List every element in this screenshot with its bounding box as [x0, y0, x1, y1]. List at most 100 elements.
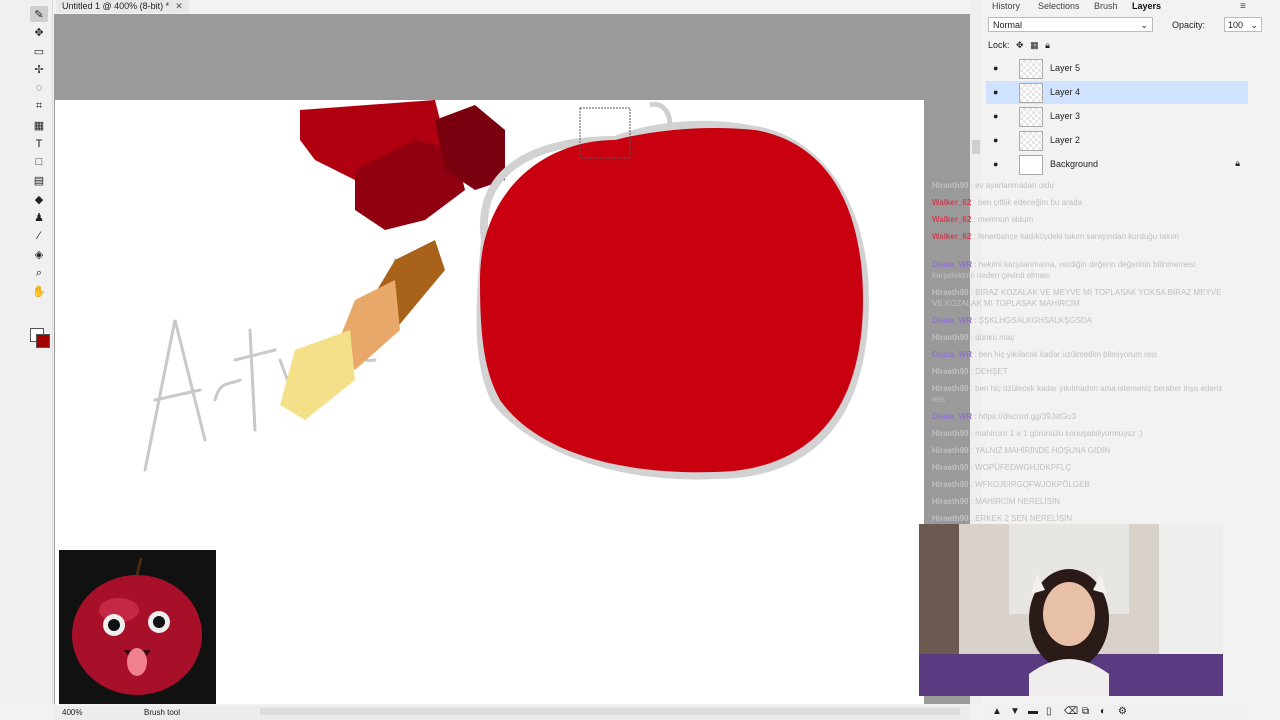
chat-message: Hiraeth90 : YALNIZ MAHİRİNDE HOŞUNA GİDİ…	[932, 445, 1224, 456]
artweave-sketch	[143, 258, 401, 472]
move-tool-icon[interactable]: ✥	[30, 25, 48, 41]
document-tab[interactable]: Untitled 1 @ 400% (8-bit) * ✕	[56, 0, 189, 13]
chat-username: Walker_62	[932, 215, 972, 224]
lock-pixels-icon[interactable]: ▦	[1030, 40, 1039, 50]
new-layer-icon[interactable]: ▯	[1046, 706, 1052, 717]
chat-message: Ousia_WR : hekimi karşılanmama, verdiğin…	[932, 259, 1224, 281]
foreground-color-swatch[interactable]	[36, 334, 50, 348]
layer-thumbnail	[1019, 107, 1043, 127]
chat-message: Walker_62 : fenerbahçe kadıköydeki takım…	[932, 231, 1224, 242]
scroll-thumb[interactable]	[972, 140, 980, 154]
layer-row[interactable]: ● Background 🔒︎	[986, 153, 1248, 176]
webcam-overlay	[919, 524, 1223, 696]
horizontal-scrollbar[interactable]	[260, 708, 960, 715]
chat-message: Hiraeth90 : ERKEK 2 SEN NERELİSİN	[932, 513, 1224, 524]
bucket-tool-icon[interactable]: ◈	[30, 247, 48, 263]
layer-name: Layer 3	[1050, 111, 1081, 121]
chat-message: Ousia_WR : https://discord.gg/39JstGu3	[932, 411, 1224, 422]
zoom-tool-icon[interactable]: ⌕	[30, 265, 48, 281]
layer-thumbnail	[1019, 131, 1043, 151]
panel-menu-icon[interactable]: ≡	[1240, 0, 1246, 13]
chevron-down-icon: ⌄	[1250, 20, 1258, 30]
shape-tool-icon[interactable]: □	[30, 154, 48, 170]
chat-username: Hiraeth90	[932, 446, 969, 455]
eyedropper-tool-icon[interactable]: ⁄	[30, 228, 48, 244]
chat-text: : BİRAZ KOZALAK VE MEYVE Mİ TOPLASAK YOK…	[932, 288, 1222, 308]
mask-icon[interactable]: ◐	[1100, 706, 1106, 717]
blend-mode-value: Normal	[993, 20, 1023, 30]
chat-text: : MAHİRCİM NERELİSİN	[968, 497, 1061, 506]
grid-tool-icon[interactable]: ▦	[30, 117, 48, 133]
close-icon[interactable]: ✕	[175, 1, 183, 11]
chat-username: Hiraeth90	[932, 333, 969, 342]
delete-layer-icon[interactable]: ⌫	[1064, 706, 1078, 717]
lock-icon: 🔒︎	[1235, 158, 1240, 168]
chat-message: Hiraeth90 : BİRAZ KOZALAK VE MEYVE Mİ TO…	[932, 287, 1224, 309]
move-layer-up-icon[interactable]: ▲	[992, 706, 1002, 717]
chat-message: Ousia_WR : ben hiç yıkılacak kadar üzülm…	[932, 349, 1224, 360]
stamp-tool-icon[interactable]: ♟	[30, 210, 48, 226]
eye-icon[interactable]: ●	[993, 63, 998, 73]
chat-text: : ERKEK 2 SEN NERELİSİN	[968, 514, 1073, 523]
zoom-level[interactable]: 400%	[62, 706, 82, 720]
chat-message: Hiraeth90 : ben hiç üzülecek kadar yıkıl…	[932, 383, 1224, 405]
gradient-tool-icon[interactable]: ▤	[30, 173, 48, 189]
layer-row[interactable]: ● Layer 5	[986, 57, 1248, 80]
tab-selections[interactable]: Selections	[1038, 0, 1080, 13]
brush-tool-icon[interactable]: ✎	[30, 6, 48, 22]
move-layer-down-icon[interactable]: ▼	[1010, 706, 1020, 717]
tab-brush[interactable]: Brush	[1094, 0, 1118, 13]
chat-username: Hiraeth90	[932, 384, 969, 393]
chat-username: Walker_62	[932, 232, 972, 241]
chat-text: : ben hiç üzülecek kadar yıkılmadım ama …	[932, 384, 1223, 404]
blend-mode-select[interactable]: Normal ⌄	[988, 17, 1153, 32]
chat-message: Hiraeth90 : DEHŞET	[932, 366, 1224, 377]
opacity-input[interactable]: 100 ⌄	[1224, 17, 1262, 32]
chat-text: : DEHŞET	[968, 367, 1008, 376]
hand-tool-icon[interactable]: ✋	[30, 284, 48, 300]
chat-username: Ousia_WR	[932, 260, 973, 269]
layer-name: Layer 4	[1050, 87, 1081, 97]
chat-username: Hiraeth90	[932, 514, 969, 523]
eye-icon[interactable]: ●	[993, 135, 998, 145]
chat-username: Ousia_WR	[932, 316, 973, 325]
chat-username: Ousia_WR	[932, 350, 973, 359]
layer-thumbnail	[1019, 83, 1043, 103]
new-folder-icon[interactable]: ▬	[1028, 706, 1038, 717]
orange-swatches	[280, 240, 445, 420]
settings-icon[interactable]: ⚙	[1118, 706, 1127, 717]
chat-text: : ŞŞKLHGSALKGHSALKŞGSDA	[972, 316, 1093, 325]
chat-text: : memnun oldum	[971, 215, 1034, 224]
chat-message: Hiraeth90 : WOPÜFEDWGHJDKPFLÇ	[932, 462, 1224, 473]
layer-thumbnail	[1019, 59, 1043, 79]
magic-wand-tool-icon[interactable]: ✢	[30, 62, 48, 78]
eye-icon[interactable]: ●	[993, 159, 998, 169]
lock-position-icon[interactable]: ✥	[1016, 40, 1024, 50]
crop-tool-icon[interactable]: ⌗	[30, 99, 48, 115]
eye-icon[interactable]: ●	[993, 87, 998, 97]
tab-layers[interactable]: Layers	[1132, 0, 1161, 13]
layer-row[interactable]: ● Layer 4	[986, 81, 1248, 104]
chat-message: Ousia_WR : ŞŞKLHGSALKGHSALKŞGSDA	[932, 315, 1224, 326]
layer-row[interactable]: ● Layer 2	[986, 129, 1248, 152]
eye-icon[interactable]: ●	[993, 111, 998, 121]
chat-text: : fenerbahçe kadıköydeki takım sarayında…	[971, 232, 1179, 241]
red-swatches	[300, 100, 505, 230]
chat-username: Hiraeth90	[932, 463, 969, 472]
layer-row[interactable]: ● Layer 3	[986, 105, 1248, 128]
lock-label: Lock: ✥ ▦ 🔒︎	[988, 40, 1050, 51]
tab-history[interactable]: History	[992, 0, 1020, 13]
text-tool-icon[interactable]: T	[30, 136, 48, 152]
merge-layer-icon[interactable]: ⧉	[1082, 706, 1089, 717]
chevron-down-icon: ⌄	[1140, 20, 1148, 30]
layer-name: Background	[1050, 159, 1099, 169]
chat-username: Hiraeth90	[932, 429, 969, 438]
tools-toolbar: ✎ ✥ ▭ ✢ ◌ ⌗ ▦ T □ ▤ ◆ ♟ ⁄ ◈ ⌕ ✋	[0, 0, 53, 704]
lasso-tool-icon[interactable]: ◌	[30, 80, 48, 96]
layer-name: Layer 2	[1050, 135, 1081, 145]
marquee-tool-icon[interactable]: ▭	[30, 43, 48, 59]
lock-all-icon[interactable]: 🔒︎	[1045, 40, 1050, 50]
opacity-label: Opacity:	[1172, 20, 1206, 30]
eraser-tool-icon[interactable]: ◆	[30, 191, 48, 207]
chat-text: : hekimi karşılanmama, verdiğin değerin …	[932, 260, 1196, 280]
